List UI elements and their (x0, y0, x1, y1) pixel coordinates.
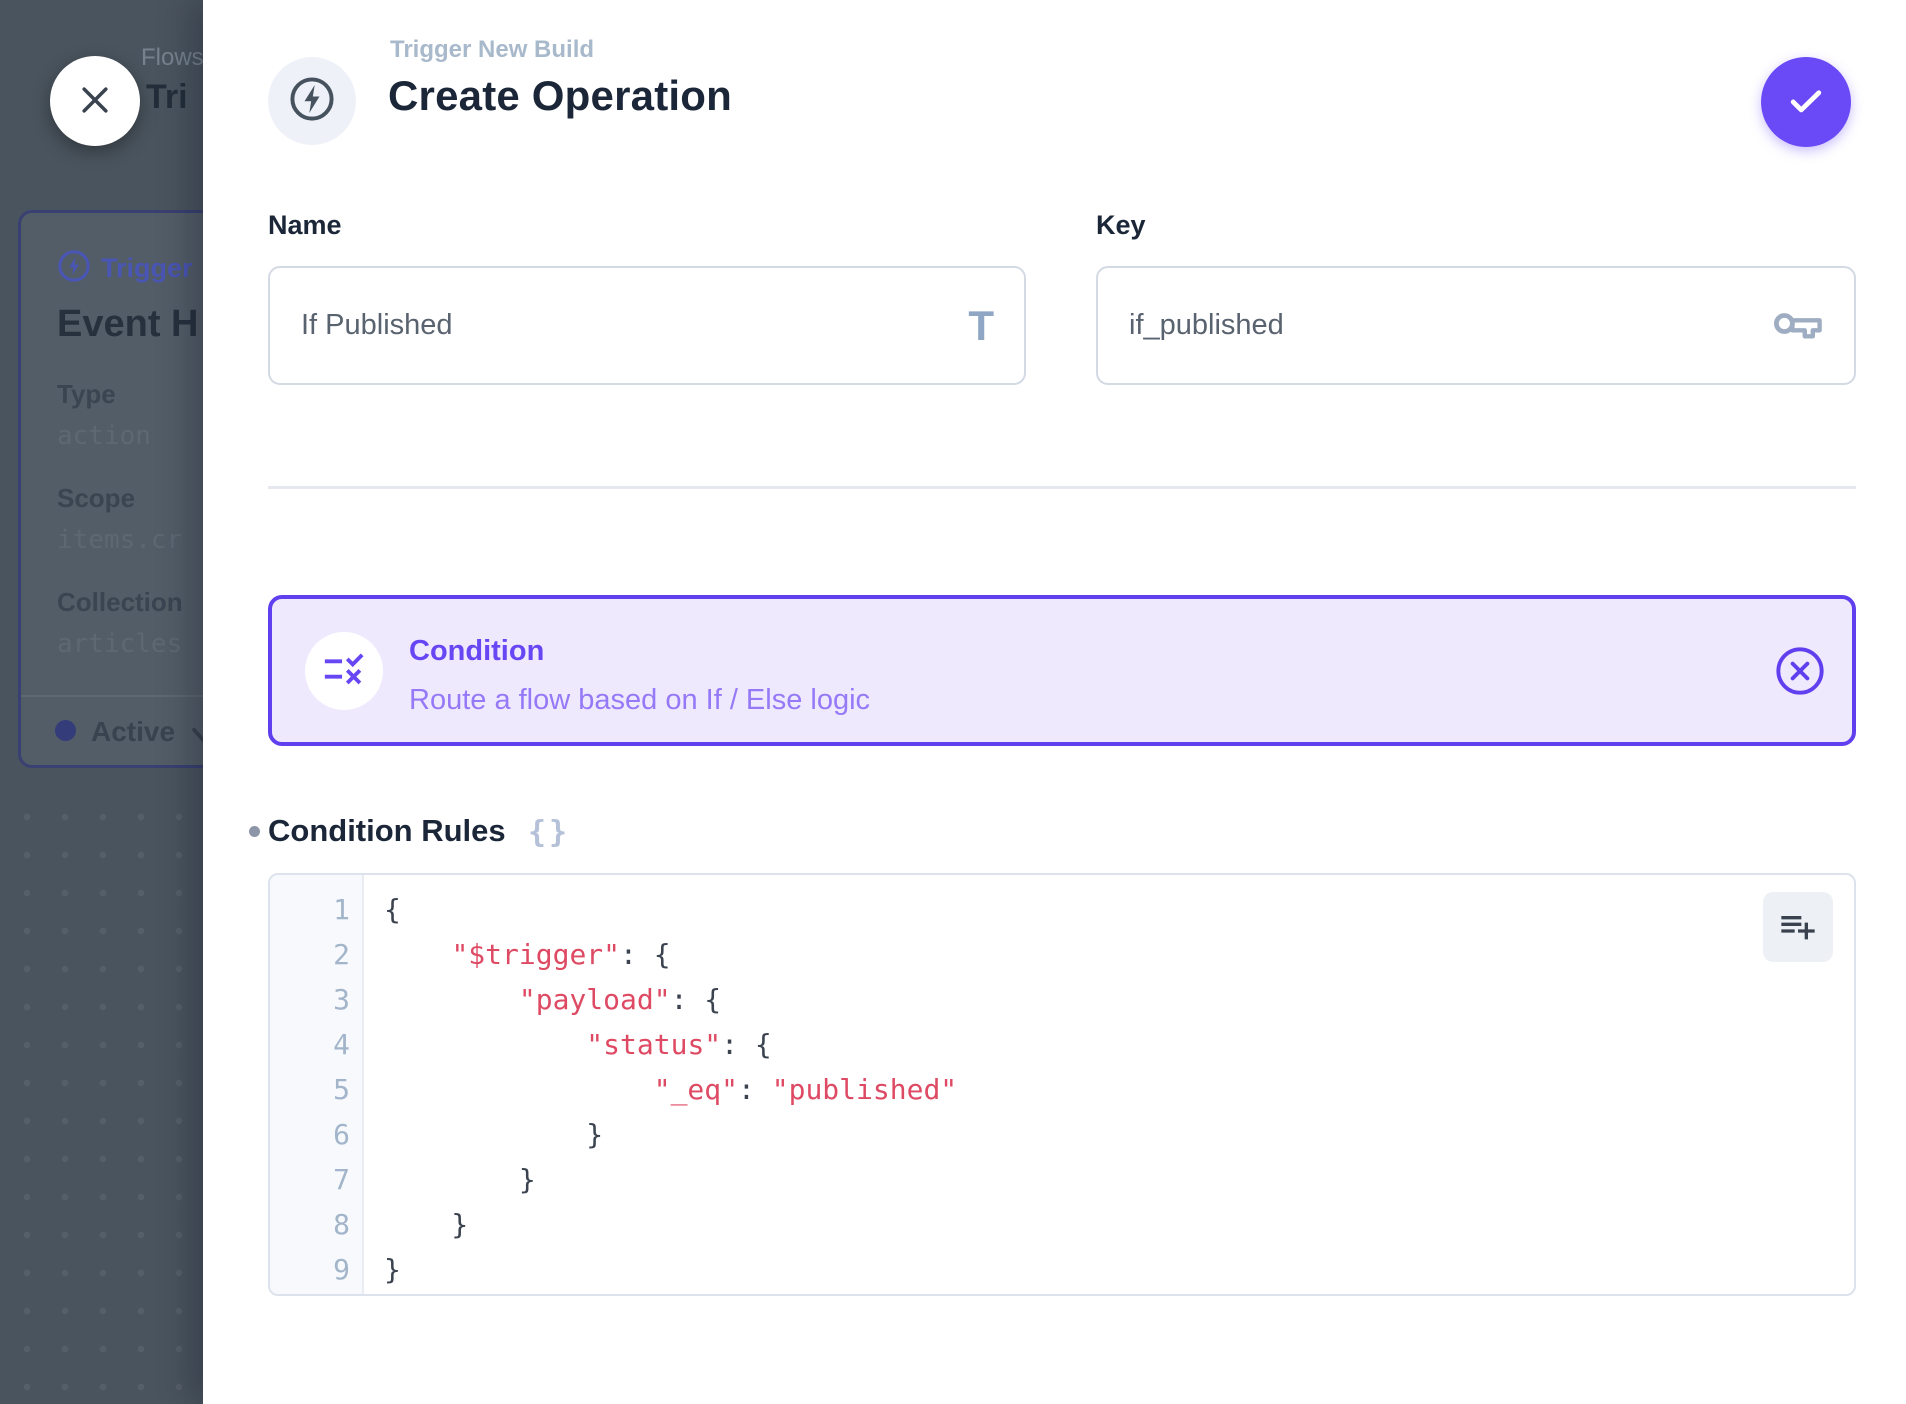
line-number: 5 (270, 1067, 362, 1112)
trigger-panel-title: Event H (57, 303, 198, 346)
code-lines[interactable]: { "$trigger": { "payload": { "status": {… (366, 875, 1854, 1294)
close-drawer-button[interactable] (50, 56, 140, 146)
flows-operation-screen: Flows Tri Trigger Event H Type action Sc… (0, 0, 1906, 1404)
edited-dot (249, 826, 260, 837)
drawer-supertitle: Trigger New Build (390, 36, 594, 64)
playlist-add-icon (1778, 906, 1818, 949)
name-input[interactable] (301, 268, 935, 383)
playlist-add-button[interactable] (1763, 892, 1833, 962)
trigger-field-label: Type (57, 379, 116, 410)
background-page-overlay: Flows Tri Trigger Event H Type action Sc… (0, 0, 203, 1404)
line-number: 3 (270, 977, 362, 1022)
line-number: 6 (270, 1112, 362, 1157)
trigger-panel-header: Trigger (57, 249, 193, 283)
trigger-bolt-icon (57, 249, 91, 291)
condition-rules-editor[interactable]: 123456789 { "$trigger": { "payload": { "… (268, 873, 1856, 1296)
code-line[interactable]: "payload": { (384, 977, 1854, 1022)
code-line[interactable]: { (384, 887, 1854, 932)
code-line[interactable]: } (384, 1112, 1854, 1157)
line-number: 9 (270, 1247, 362, 1292)
name-field-label: Name (268, 208, 342, 242)
close-icon (75, 80, 115, 123)
drawer-header-icon-circle (268, 57, 356, 145)
operation-type-card-condition[interactable]: Condition Route a flow based on If / Els… (268, 595, 1856, 746)
code-line[interactable]: } (384, 1157, 1854, 1202)
checkmark-icon (1784, 79, 1828, 126)
data-object-icon: {} (528, 815, 570, 850)
code-line[interactable]: "$trigger": { (384, 932, 1854, 977)
canvas-dot-grid (0, 786, 203, 1404)
code-line[interactable]: } (384, 1202, 1854, 1247)
section-divider (268, 486, 1856, 489)
key-field (1096, 266, 1856, 385)
code-line[interactable]: "_eq": "published" (384, 1067, 1854, 1112)
title-icon: T (968, 305, 994, 347)
line-number: 8 (270, 1202, 362, 1247)
breadcrumb: Flows (141, 44, 204, 72)
key-icon (1772, 306, 1824, 345)
trigger-field-value: action (57, 421, 151, 451)
line-number: 2 (270, 932, 362, 977)
code-line[interactable]: } (384, 1247, 1854, 1292)
trigger-panel-header-label: Trigger (101, 253, 193, 283)
key-field-label: Key (1096, 208, 1146, 242)
gutter: 123456789 (270, 875, 364, 1294)
rule-icon (321, 646, 367, 697)
save-button[interactable] (1761, 57, 1851, 147)
key-input[interactable] (1129, 268, 1765, 383)
page-title: Create Operation (388, 72, 732, 120)
name-field: T (268, 266, 1026, 385)
status-badge: Active (91, 716, 175, 748)
trigger-field-label: Collection (57, 587, 183, 618)
condition-icon-circle (305, 632, 383, 710)
code-line[interactable]: "status": { (384, 1022, 1854, 1067)
status-dot (55, 720, 76, 741)
bolt-icon (287, 74, 337, 129)
line-number: 7 (270, 1157, 362, 1202)
condition-rules-label: Condition Rules (268, 813, 506, 849)
line-number: 4 (270, 1022, 362, 1067)
background-page-title: Tri (146, 78, 188, 117)
trigger-field-label: Scope (57, 483, 135, 514)
operation-card-subtitle: Route a flow based on If / Else logic (409, 684, 870, 717)
trigger-field-value: articles (57, 629, 182, 659)
remove-circle-icon[interactable] (1774, 645, 1826, 702)
line-number: 1 (270, 887, 362, 932)
trigger-field-value: items.cr (57, 525, 182, 555)
operation-card-title: Condition (409, 635, 544, 668)
